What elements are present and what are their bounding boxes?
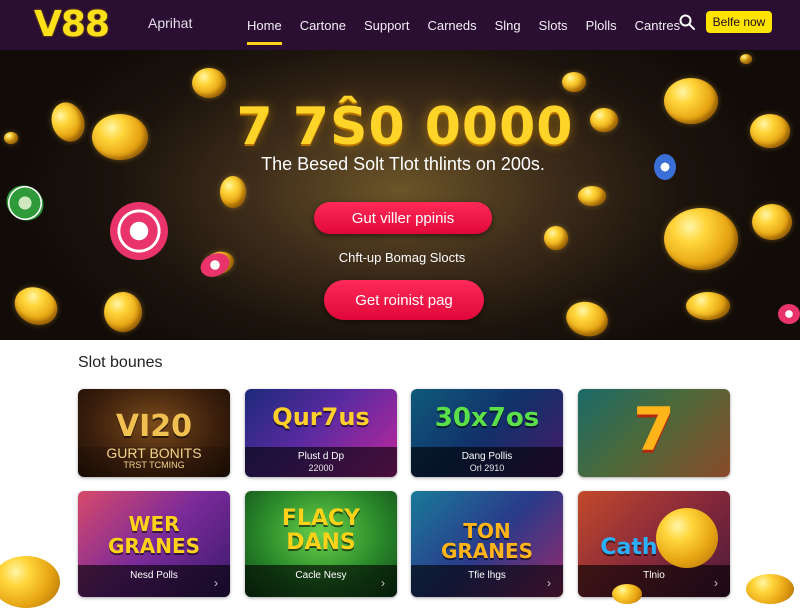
secondary-cta-button[interactable]: Get roinist pag — [324, 280, 484, 320]
slot-card-art-title: Qur7us — [272, 403, 370, 431]
primary-cta-button[interactable]: Gut viller ppinis — [314, 202, 492, 234]
jackpot-amount: 7 7Ŝ0 0000 — [236, 97, 574, 157]
slot-card[interactable]: 30x7os Dang Pollis Orl 2910 — [411, 389, 563, 477]
slot-card-art-title: VI20 — [115, 409, 193, 444]
nav-item-carneds[interactable]: Carneds — [427, 12, 476, 39]
slot-card-title: Nesd Polls — [130, 570, 178, 581]
slot-card[interactable]: TON GRANES Tfie lhgs › — [411, 491, 563, 597]
gold-coin-icon — [612, 584, 642, 604]
slot-card-art-title: TON GRANES — [440, 519, 534, 563]
gold-coin-icon — [562, 72, 586, 92]
gold-coin-icon — [686, 292, 730, 320]
hero-subtitle: The Besed Solt Tlot thlints on 200s. — [261, 154, 545, 174]
slot-card-caption: Cacle Nesy — [245, 565, 397, 597]
slot-card[interactable]: WER GRANES Nesd Polls › — [78, 491, 230, 597]
header-tagline: Aprihat — [148, 15, 193, 31]
slot-card[interactable]: 7 — [578, 389, 730, 477]
gold-coin-icon — [740, 54, 752, 64]
hero-banner: 7 7Ŝ0 0000 The Besed Solt Tlot thlints o… — [0, 50, 800, 340]
gold-coin-icon — [656, 508, 718, 568]
nav-item-slng[interactable]: Slng — [495, 12, 521, 39]
top-navbar: V88 Aprihat Home Cartone Support Carneds… — [0, 0, 800, 50]
gold-coin-icon — [104, 292, 142, 332]
slot-card-title: Tfie lhgs — [468, 570, 506, 581]
hero-bonus-text: Chft-up Bomag Slocts — [338, 250, 466, 265]
gold-coin-icon — [544, 226, 568, 250]
slot-card-caption: GURT BONITS TRST TCMING — [78, 445, 230, 477]
chevron-right-icon: › — [214, 576, 218, 590]
casino-chip-icon — [778, 304, 800, 324]
site-logo[interactable]: V88 — [34, 4, 110, 45]
gold-coin-icon — [192, 68, 226, 98]
slot-card-art-title: FLACY DANS — [281, 506, 361, 555]
gold-coin-icon — [752, 204, 792, 240]
nav-item-home[interactable]: Home — [247, 12, 282, 45]
gold-coin-icon — [562, 297, 612, 340]
slot-card-title: Plust d Dp — [297, 451, 345, 462]
slot-card-art-title: WER GRANES — [107, 512, 201, 558]
slot-card[interactable]: FLACY DANS Cacle Nesy › — [245, 491, 397, 597]
search-icon[interactable] — [678, 13, 696, 31]
main-nav: Home Cartone Support Carneds Slng Slots … — [238, 0, 689, 50]
slot-card-title: Tlnio — [643, 570, 665, 581]
slot-card-art-title: 7 — [633, 395, 675, 465]
chevron-right-icon: › — [714, 576, 718, 590]
slot-card[interactable]: VI20 GURT BONITS TRST TCMING — [78, 389, 230, 477]
slot-card-caption: Nesd Polls — [78, 565, 230, 597]
slot-card-caption: Tlnio — [578, 565, 730, 597]
slot-card-title: Cacle Nesy — [295, 570, 347, 581]
chevron-right-icon: › — [547, 576, 551, 590]
slot-card-subtitle: TRST TCMING — [123, 460, 185, 470]
nav-item-cartone[interactable]: Cartone — [300, 12, 346, 39]
nav-item-plolls[interactable]: Plolls — [586, 12, 617, 39]
nav-item-cantres[interactable]: Cantres — [635, 12, 681, 39]
slot-card-caption: Dang Pollis Orl 2910 — [411, 447, 563, 477]
slot-card-title: Dang Pollis — [461, 451, 513, 462]
section-title: Slot bounes — [78, 354, 163, 371]
slot-card-caption: Tfie lhgs — [411, 565, 563, 597]
slot-card-subtitle: 22000 — [308, 463, 334, 473]
slot-card-art-title: 30x7os — [434, 403, 540, 433]
gold-coin-icon — [578, 186, 606, 206]
gold-coin-icon — [8, 280, 64, 332]
gold-coin-icon — [0, 556, 60, 608]
slot-card-title: GURT BONITS — [106, 445, 202, 461]
slot-card-caption: Plust d Dp 22000 — [245, 447, 397, 477]
casino-chip-icon — [0, 178, 50, 228]
gold-coin-icon — [220, 176, 246, 208]
slot-card-subtitle: Orl 2910 — [469, 463, 505, 473]
nav-item-slots[interactable]: Slots — [539, 12, 568, 39]
slot-card[interactable]: Qur7us Plust d Dp 22000 — [245, 389, 397, 477]
bet-now-button[interactable]: Belfe now — [706, 11, 772, 33]
nav-item-support[interactable]: Support — [364, 12, 410, 39]
chevron-right-icon: › — [381, 576, 385, 590]
